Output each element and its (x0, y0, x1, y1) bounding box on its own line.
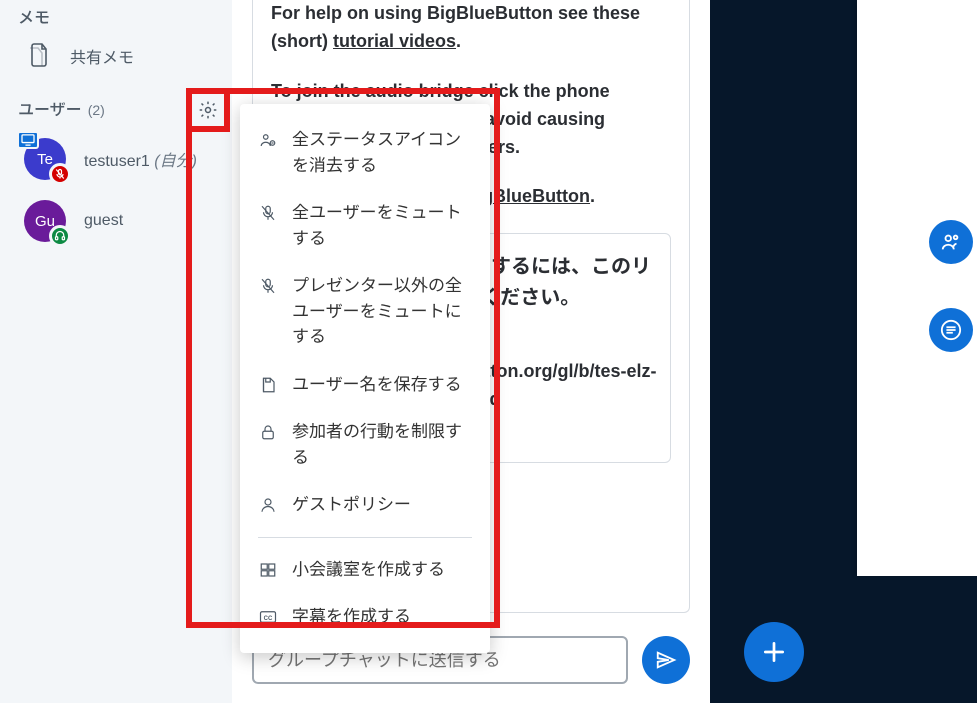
user-icon (258, 494, 278, 516)
dropdown-item-write-captions[interactable]: CC 字幕を作成する (240, 593, 490, 641)
user-row[interactable]: Te testuser1 (自分) (0, 128, 232, 190)
actions-fab[interactable] (744, 622, 804, 682)
dropdown-item-save-usernames[interactable]: ユーザー名を保存する (240, 361, 490, 409)
dropdown-item-label: 字幕を作成する (292, 604, 411, 630)
dropdown-item-label: ユーザー名を保存する (292, 372, 462, 398)
tutorial-videos-link[interactable]: tutorial videos (333, 31, 456, 51)
manage-users-gear-button[interactable] (192, 94, 224, 126)
user-name: testuser1 (自分) (84, 147, 197, 171)
shared-notes-icon (28, 42, 52, 70)
avatar: Te (24, 138, 66, 180)
dropdown-item-label: 全ステータスアイコンを消去する (292, 127, 472, 178)
dropdown-item-mute-except-presenter[interactable]: プレゼンター以外の全ユーザーをミュートにする (240, 262, 490, 361)
users-count: (2) (88, 102, 105, 118)
dropdown-item-label: ゲストポリシー (292, 492, 411, 518)
manage-users-dropdown: 全ステータスアイコンを消去する 全ユーザーをミュートする プレゼンター以外の全ユ… (240, 104, 490, 653)
lock-icon (258, 421, 278, 443)
users-clear-icon (258, 129, 278, 151)
dropdown-item-guest-policy[interactable]: ゲストポリシー (240, 481, 490, 529)
listen-badge-icon (49, 225, 71, 247)
sidebar-item-label: 共有メモ (70, 44, 134, 68)
mute-icon (258, 275, 278, 297)
dropdown-item-clear-status[interactable]: 全ステータスアイコンを消去する (240, 116, 490, 189)
send-button[interactable] (642, 636, 690, 684)
dropdown-item-label: 全ユーザーをミュートする (292, 200, 472, 251)
cc-icon: CC (258, 606, 278, 628)
avatar-initials: Te (37, 151, 53, 168)
dropdown-item-create-breakout[interactable]: 小会議室を作成する (240, 546, 490, 594)
rooms-icon (258, 559, 278, 581)
muted-badge-icon (49, 163, 71, 185)
dropdown-item-label: 参加者の行動を制限する (292, 419, 472, 470)
svg-text:CC: CC (264, 616, 273, 622)
sidebar-section-memo-label: メモ (18, 4, 50, 28)
mute-icon (258, 202, 278, 224)
dropdown-item-lock-viewers[interactable]: 参加者の行動を制限する (240, 408, 490, 481)
user-name: guest (84, 212, 123, 230)
dropdown-item-label: 小会議室を作成する (292, 557, 445, 583)
user-row[interactable]: Gu guest (0, 190, 232, 252)
turn-multiuser-whiteboard-button[interactable] (929, 220, 973, 264)
dropdown-item-mute-all[interactable]: 全ユーザーをミュートする (240, 189, 490, 262)
whiteboard (857, 0, 977, 576)
welcome-line-1: For help on using BigBlueButton see thes… (271, 0, 671, 56)
sidebar-item-shared-notes[interactable]: 共有メモ (0, 28, 232, 84)
whiteboard-options-button[interactable] (929, 308, 973, 352)
avatar: Gu (24, 200, 66, 242)
whiteboard-tool-rail (857, 220, 977, 352)
users-header-label: ユーザー (18, 96, 82, 120)
dropdown-separator (258, 537, 472, 538)
save-icon (258, 374, 278, 396)
sidebar-section-memo: メモ (0, 0, 232, 28)
dropdown-item-label: プレゼンター以外の全ユーザーをミュートにする (292, 273, 472, 350)
presenter-icon (17, 131, 39, 149)
